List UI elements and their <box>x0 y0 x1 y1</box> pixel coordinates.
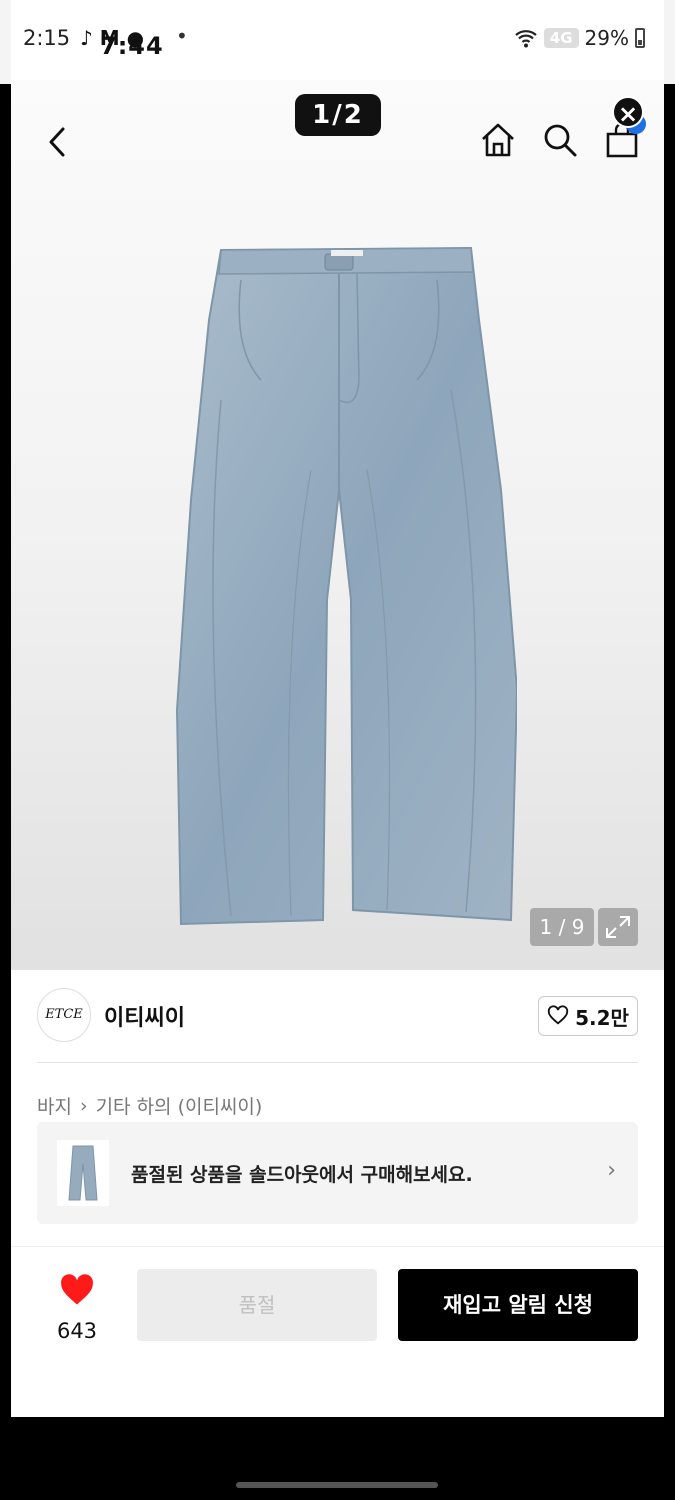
story-page-indicator: 1/2 <box>295 94 381 136</box>
network-type-badge: 4G <box>543 28 579 48</box>
overlay-time: 7:44 <box>100 32 164 60</box>
brand-name[interactable]: 이티씨이 <box>104 1000 185 1032</box>
home-indicator[interactable] <box>236 1482 438 1488</box>
breadcrumb: 바지 › 기타 하의 (이티씨이) <box>37 1092 262 1119</box>
wishlist-count: 643 <box>56 1319 98 1343</box>
expand-icon <box>606 916 630 938</box>
product-image-viewer[interactable]: 1/2 × 1 / 9 <box>11 80 664 970</box>
close-story-button[interactable]: × <box>612 96 644 128</box>
chevron-right-icon: › <box>607 1158 616 1183</box>
section-divider <box>37 1062 638 1063</box>
home-icon[interactable] <box>478 120 518 160</box>
wifi-icon <box>515 30 537 48</box>
expand-image-button[interactable] <box>598 908 638 946</box>
soldout-product-thumbnail <box>57 1140 109 1206</box>
heart-outline-icon <box>547 1005 569 1025</box>
bottom-action-bar: 643 품절 재입고 알림 신청 <box>11 1246 664 1417</box>
battery-icon <box>635 28 645 48</box>
status-right-group: 4G 29% <box>514 26 645 50</box>
brand-logo[interactable]: ETCE <box>37 988 91 1042</box>
heart-filled-icon <box>61 1274 93 1305</box>
status-bar: 2:15 ♪ M ● 7:44 • 4G 29% <box>0 0 675 80</box>
search-icon[interactable] <box>540 120 580 160</box>
soldout-banner[interactable]: 품절된 상품을 솔드아웃에서 구매해보세요. › <box>37 1122 638 1224</box>
battery-percentage: 29% <box>584 26 629 50</box>
brand-row: ETCE 이티씨이 5.2만 <box>11 970 664 1062</box>
breadcrumb-separator-icon: › <box>79 1094 88 1117</box>
brand-like-button[interactable]: 5.2만 <box>538 996 638 1036</box>
status-time: 2:15 <box>23 26 71 50</box>
product-jeans-image <box>175 246 517 926</box>
restock-alert-button[interactable]: 재입고 알림 신청 <box>398 1269 638 1341</box>
soldout-message: 품절된 상품을 솔드아웃에서 구매해보세요. <box>131 1164 473 1186</box>
app-screen: 1/2 × 1 / 9 ETCE 이티씨이 5.2만 바지 › 기타 하의 (이… <box>11 0 664 1417</box>
breadcrumb-subcategory[interactable]: 기타 하의 (이티씨이) <box>96 1092 263 1119</box>
back-arrow-icon[interactable] <box>41 124 77 160</box>
image-counter: 1 / 9 <box>530 908 594 946</box>
brand-like-count: 5.2만 <box>575 1005 629 1030</box>
notification-dot-icon: • <box>176 24 188 48</box>
wishlist-button[interactable]: 643 <box>47 1273 107 1343</box>
breadcrumb-category[interactable]: 바지 <box>37 1092 72 1119</box>
sold-out-button: 품절 <box>137 1269 377 1341</box>
